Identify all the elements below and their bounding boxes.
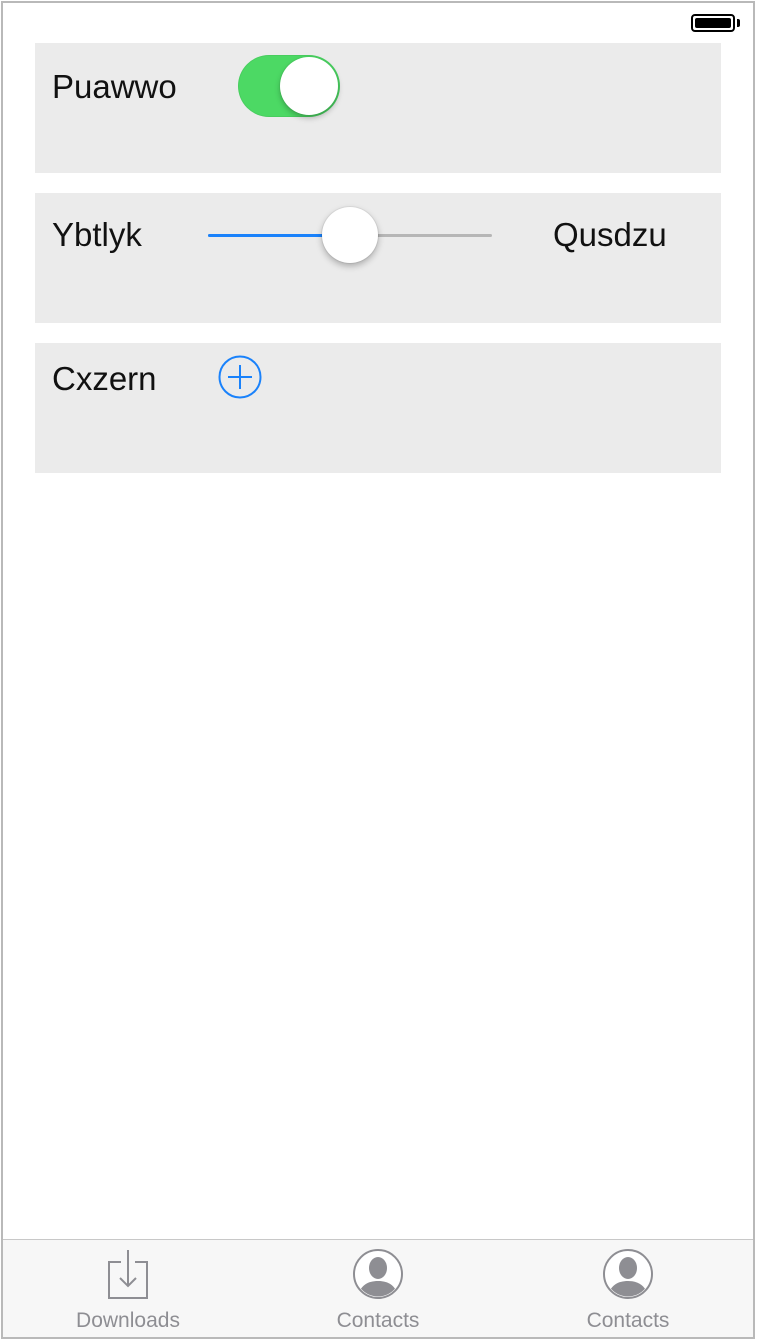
plus-circle-icon: [218, 355, 262, 399]
tab-contacts[interactable]: Contacts: [253, 1240, 503, 1337]
downloads-icon: [103, 1248, 153, 1300]
slider-row-label: Ybtlyk: [52, 216, 142, 253]
puawwo-toggle[interactable]: [238, 55, 340, 117]
add-button[interactable]: [218, 355, 262, 399]
tab-bar: Downloads Contacts Contacts: [3, 1239, 753, 1337]
tab-downloads-label: Downloads: [76, 1309, 180, 1332]
tab-downloads[interactable]: Downloads: [3, 1240, 253, 1337]
toggle-row: Puawwo: [35, 43, 721, 173]
tab-contacts-label: Contacts: [336, 1309, 420, 1332]
status-bar: [3, 3, 753, 43]
battery-full-icon: [691, 14, 735, 32]
toggle-knob: [280, 57, 338, 115]
tab-contacts-2-label: Contacts: [586, 1309, 670, 1332]
toggle-row-label: Puawwo: [52, 68, 177, 105]
add-row-label: Cxzern: [52, 360, 157, 397]
battery-cap: [737, 19, 740, 27]
contacts-icon: [353, 1248, 403, 1300]
tab-contacts-2[interactable]: Contacts: [503, 1240, 753, 1337]
slider-thumb[interactable]: [322, 207, 378, 263]
battery-fill: [695, 18, 731, 28]
contacts-icon: [603, 1248, 653, 1300]
ybtlyk-slider[interactable]: [208, 207, 492, 263]
add-row: Cxzern: [35, 343, 721, 473]
slider-row: Ybtlyk Qusdzu: [35, 193, 721, 323]
device-screen: Puawwo Ybtlyk Qusdzu Cxzern Downloads Co…: [1, 1, 755, 1339]
slider-value-label: Qusdzu: [553, 216, 667, 253]
